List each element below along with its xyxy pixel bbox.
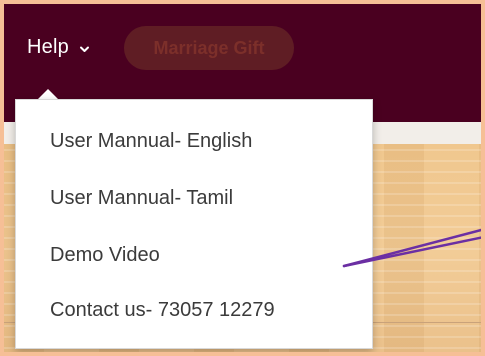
chevron-down-icon bbox=[79, 42, 90, 53]
marriage-gift-label: Marriage Gift bbox=[153, 37, 265, 58]
menu-item-demo-video[interactable]: Demo Video bbox=[50, 244, 160, 267]
help-dropdown-menu: User Mannual- English User Mannual- Tami… bbox=[15, 99, 373, 349]
help-menu-toggle[interactable]: Help bbox=[27, 36, 90, 59]
marriage-gift-button[interactable]: Marriage Gift bbox=[124, 26, 294, 70]
menu-item-user-manual-english[interactable]: User Mannual- English bbox=[50, 130, 252, 153]
menu-item-contact-us[interactable]: Contact us- 73057 12279 bbox=[50, 299, 275, 322]
screenshot-frame: Help Marriage Gift User Mannual- English… bbox=[0, 0, 485, 356]
menu-item-user-manual-tamil[interactable]: User Mannual- Tamil bbox=[50, 187, 233, 210]
help-menu-label: Help bbox=[27, 36, 69, 58]
